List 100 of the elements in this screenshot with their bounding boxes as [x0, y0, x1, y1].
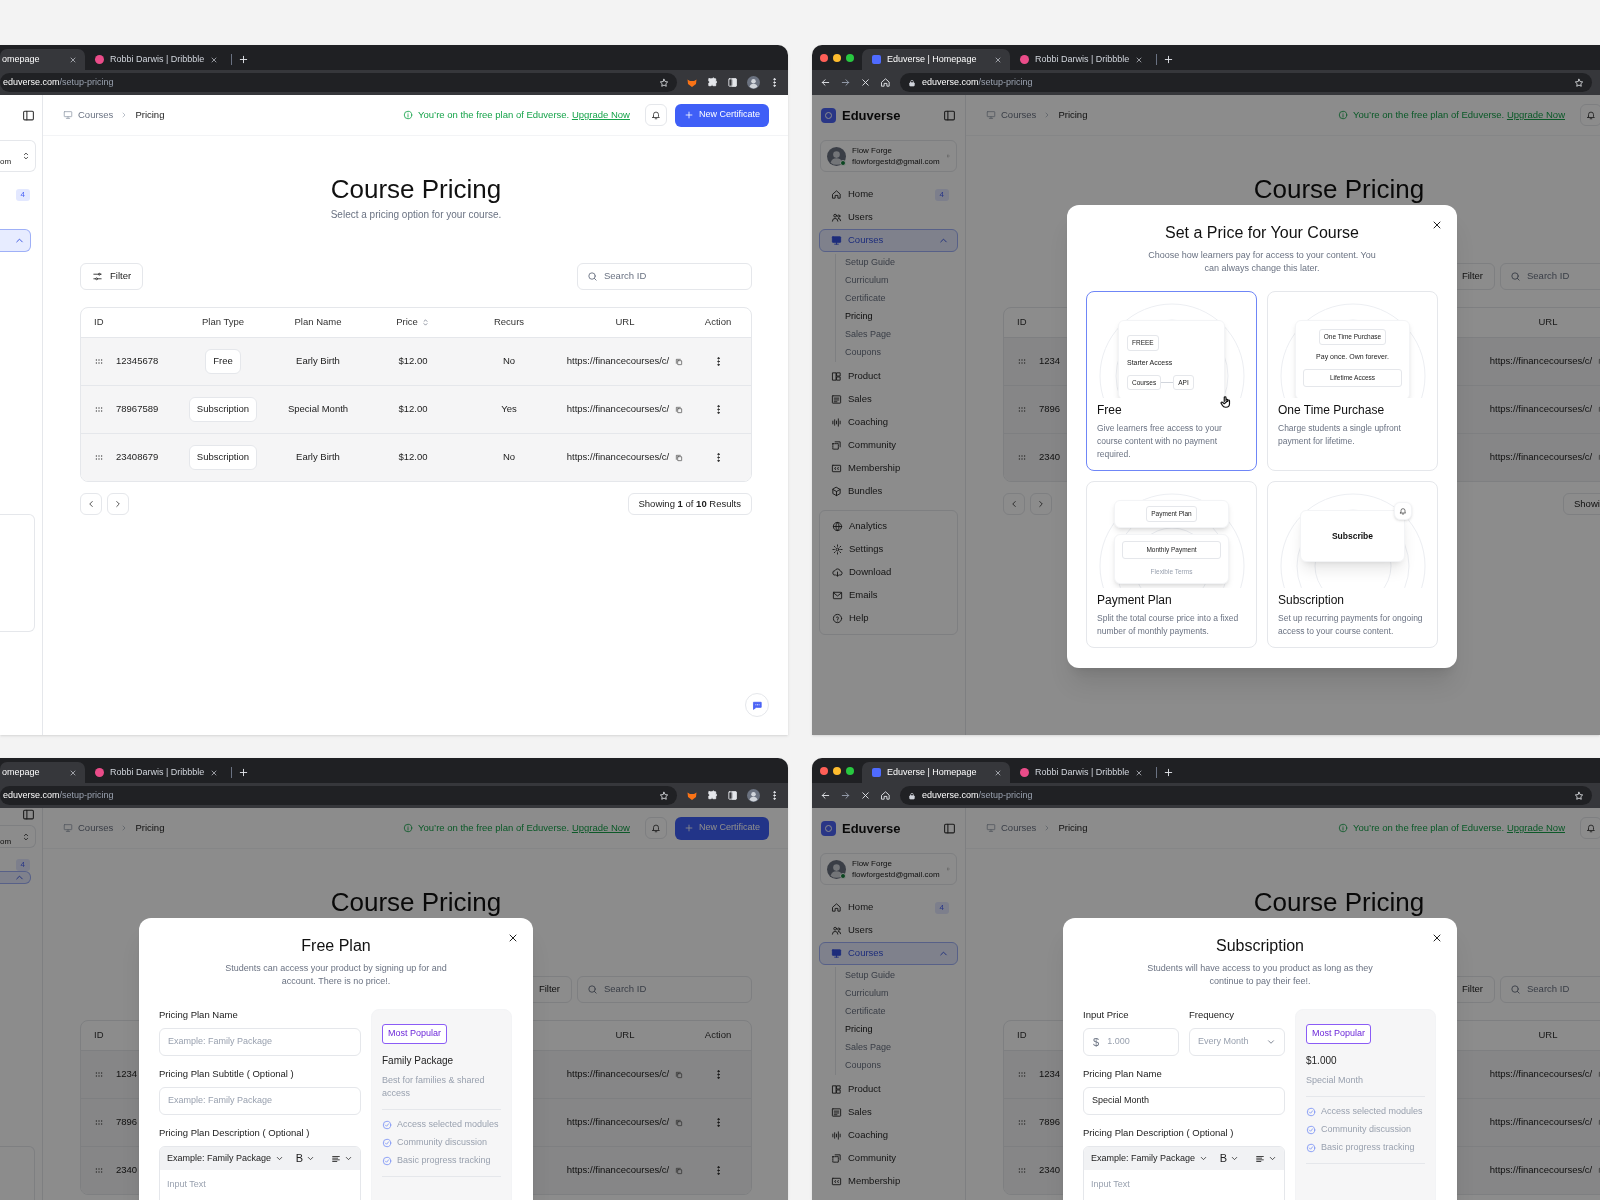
search-field[interactable]: Search ID	[577, 263, 752, 290]
nav-item[interactable]: Courses	[819, 942, 958, 965]
new-tab-icon[interactable]	[238, 54, 249, 65]
profile-card[interactable]: Flow Forge flowforgestd@gmail.com	[820, 853, 957, 885]
drag-handle-icon[interactable]	[1017, 453, 1027, 462]
forward-icon[interactable]	[840, 790, 851, 801]
address-bar[interactable]: eduverse.com/setup-pricing	[900, 786, 1592, 805]
notifications-button[interactable]	[1580, 104, 1600, 126]
nav-item[interactable]: 4	[0, 859, 36, 871]
upgrade-link[interactable]: Upgrade Now	[571, 108, 630, 120]
search-field[interactable]: Search ID	[577, 976, 752, 1003]
profile-card[interactable]: om	[0, 140, 36, 172]
text-input[interactable]: Special Month	[1092, 1094, 1276, 1108]
search-field[interactable]: Search ID	[1500, 263, 1600, 290]
nav-subitem[interactable]: Setup Guide	[845, 254, 958, 272]
filter-button[interactable]: Filter	[80, 263, 144, 290]
drag-handle-icon[interactable]	[94, 453, 104, 462]
browser-tab[interactable]: Robbi Darwis | Dribbble	[85, 762, 225, 783]
rich-text-editor[interactable]: Example: Family Package B Input Text	[1083, 1146, 1285, 1200]
stop-icon[interactable]	[860, 790, 871, 801]
side-panel-icon[interactable]	[727, 77, 738, 88]
nav-subitem[interactable]: Coupons	[845, 344, 958, 362]
new-tab-icon[interactable]	[1163, 54, 1174, 65]
drag-handle-icon[interactable]	[94, 1166, 104, 1175]
text-field[interactable]: Example: Family Package	[159, 1028, 361, 1056]
breadcrumb-link[interactable]: Pricing	[135, 107, 165, 123]
close-window-button[interactable]	[820, 766, 828, 775]
browser-tab[interactable]: Eduverse | Homepage	[862, 762, 1010, 783]
breadcrumb-link[interactable]: Pricing	[135, 820, 165, 836]
nav-subitem[interactable]: Sales Page	[845, 1039, 958, 1057]
forward-icon[interactable]	[840, 77, 851, 88]
back-icon[interactable]	[820, 77, 831, 88]
rich-text-editor[interactable]: Example: Family Package B Input Text	[159, 1146, 361, 1200]
breadcrumb-link[interactable]: Courses	[78, 820, 114, 836]
nav-item[interactable]: Sales	[819, 388, 958, 411]
nav-item[interactable]: Home 4	[819, 896, 958, 919]
extensions-icon[interactable]	[707, 77, 718, 88]
chat-button[interactable]	[745, 693, 769, 717]
sidebar-toggle-icon[interactable]	[943, 822, 956, 835]
nav-subitem[interactable]: Setup Guide	[845, 967, 958, 985]
new-tab-icon[interactable]	[238, 767, 249, 778]
breadcrumb-link[interactable]: Courses	[1001, 820, 1037, 836]
drag-handle-icon[interactable]	[94, 405, 104, 414]
browser-tab[interactable]: Robbi Darwis | Dribbble	[85, 49, 225, 70]
close-tab-icon[interactable]	[1135, 768, 1144, 777]
profile-card[interactable]: om	[0, 825, 36, 848]
nav-subitem[interactable]: Certificate	[845, 1003, 958, 1021]
search-input[interactable]: Search ID	[604, 982, 742, 997]
close-tab-icon[interactable]	[994, 768, 1002, 777]
extensions-icon[interactable]	[707, 790, 718, 801]
new-certificate-button[interactable]: New Certificate	[674, 103, 769, 127]
drag-handle-icon[interactable]	[1017, 357, 1027, 366]
nav-subitem[interactable]: Pricing	[845, 1021, 958, 1039]
address-bar[interactable]: eduverse.com/setup-pricing	[900, 73, 1592, 92]
nav-item[interactable]: Membership	[819, 457, 958, 480]
address-bar[interactable]: eduverse.com/setup-pricing	[0, 73, 677, 92]
text-field[interactable]: Special Month	[1083, 1087, 1285, 1115]
close-tab-icon[interactable]	[210, 768, 219, 777]
nav-item[interactable]: Coaching	[819, 411, 958, 434]
drag-handle-icon[interactable]	[94, 1118, 104, 1127]
nav-item[interactable]: Analytics	[820, 515, 957, 538]
copy-icon[interactable]	[675, 453, 684, 462]
sidebar-toggle-icon[interactable]	[22, 109, 35, 122]
close-tab-icon[interactable]	[69, 55, 77, 64]
browser-tab[interactable]: omepage	[0, 49, 85, 70]
bookmark-star-icon[interactable]	[1574, 790, 1584, 801]
breadcrumb-link[interactable]: Pricing	[1058, 820, 1088, 836]
text-field[interactable]: Example: Family Package	[159, 1087, 361, 1115]
nav-subitem[interactable]: Coupons	[845, 1057, 958, 1075]
price-field[interactable]: $ 1.000	[1083, 1028, 1179, 1056]
back-icon[interactable]	[820, 790, 831, 801]
profile-card[interactable]: Flow Forge flowforgestd@gmail.com	[820, 140, 957, 172]
close-tab-icon[interactable]	[1135, 55, 1144, 64]
side-panel-icon[interactable]	[727, 790, 738, 801]
nav-item[interactable]: Users	[819, 206, 958, 229]
drag-handle-icon[interactable]	[94, 357, 104, 366]
search-input[interactable]: Search ID	[1527, 982, 1600, 997]
nav-item[interactable]: Help	[820, 607, 957, 630]
nav-item[interactable]: Product	[819, 365, 958, 388]
nav-item[interactable]: Membership	[819, 1170, 958, 1193]
nav-subitem[interactable]: Curriculum	[845, 985, 958, 1003]
nav-item[interactable]: Download	[820, 561, 957, 584]
nav-item[interactable]: Home 4	[819, 183, 958, 206]
select-field[interactable]: Every Month	[1189, 1028, 1285, 1056]
nav-item[interactable]: Coaching	[819, 1124, 958, 1147]
close-tab-icon[interactable]	[210, 55, 219, 64]
text-input[interactable]: Example: Family Package	[168, 1094, 352, 1108]
notifications-button[interactable]	[644, 817, 667, 839]
price-input[interactable]: 1.000	[1107, 1035, 1169, 1049]
nav-subitem[interactable]: Pricing	[845, 308, 958, 326]
nav-item[interactable]: Sales	[819, 1101, 958, 1124]
nav-item[interactable]: Settings	[820, 538, 957, 561]
nav-item[interactable]: Courses	[819, 229, 958, 252]
close-tab-icon[interactable]	[994, 55, 1002, 64]
stop-icon[interactable]	[860, 77, 871, 88]
align-button[interactable]	[331, 1153, 353, 1164]
copy-icon[interactable]	[675, 357, 684, 366]
nav-item[interactable]: Emails	[820, 584, 957, 607]
search-field[interactable]: Search ID	[1500, 976, 1600, 1003]
nav-item[interactable]: Product	[819, 1078, 958, 1101]
